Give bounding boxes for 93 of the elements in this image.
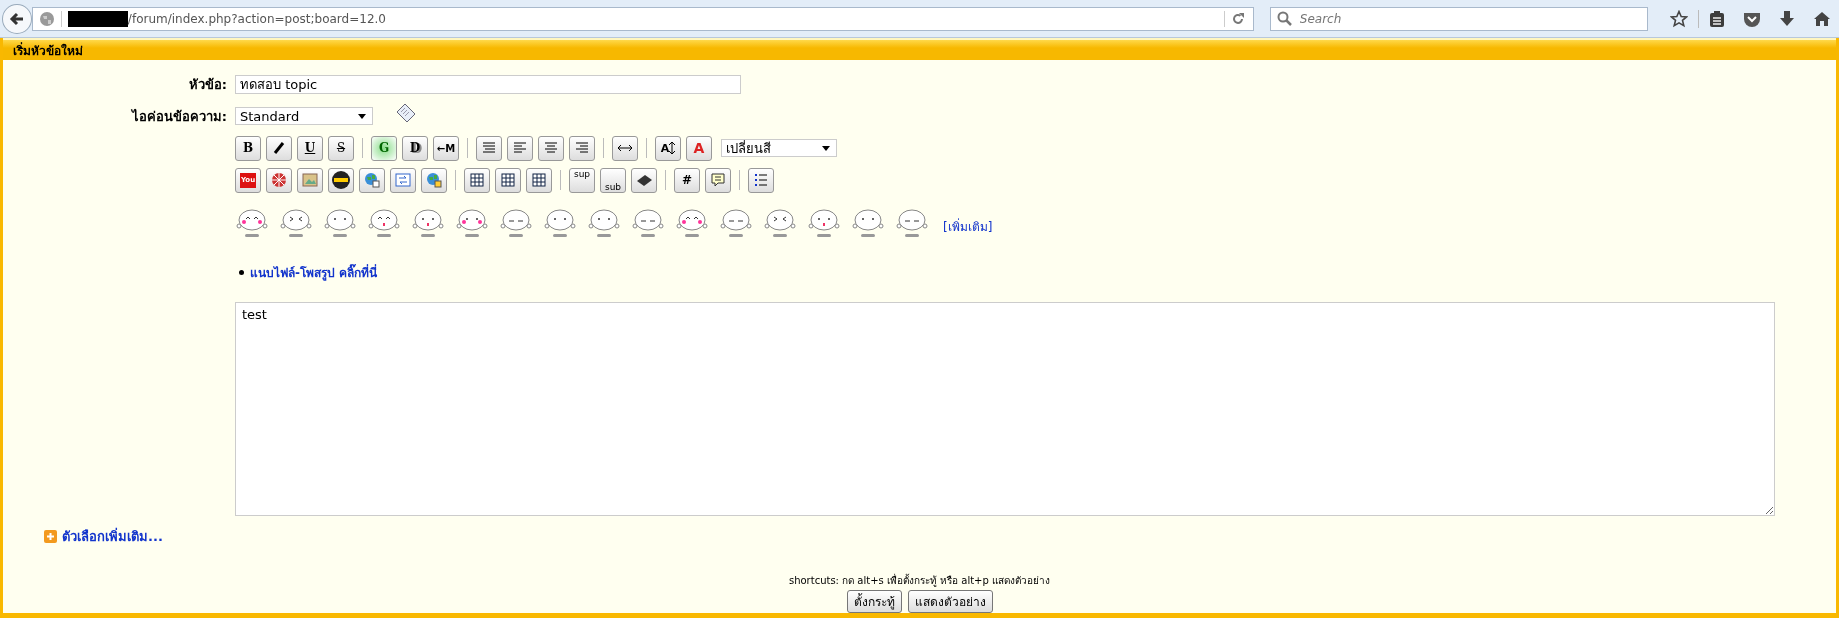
list-icon [754,173,768,187]
code-button[interactable]: # [674,167,700,193]
message-field[interactable]: test [235,302,1775,516]
color-button[interactable]: A [686,135,712,161]
table-button[interactable] [495,167,521,193]
masked-face-icon [331,170,351,190]
expand-icon[interactable] [44,530,57,543]
tele-button[interactable] [631,167,657,193]
ftp-button[interactable] [421,167,447,193]
smiley-icon[interactable] [235,208,269,238]
globe-icon [426,172,442,188]
sub-button[interactable]: sub [600,167,626,193]
bold-button[interactable]: B [235,135,261,161]
smiley-icon[interactable] [279,208,313,238]
email-button[interactable] [390,167,416,193]
star-icon[interactable] [1670,9,1688,28]
more-smileys-link[interactable]: [เพิ่มเติม] [943,217,993,236]
shadow-button[interactable]: D [402,135,428,161]
table-icon [470,173,484,187]
align-icon [513,142,527,154]
attach-file-link[interactable]: แนบไฟล์-โพสรูป คลิ๊กที่นี่ [250,262,378,282]
ninja-button[interactable] [328,167,354,193]
smiley-icon[interactable] [631,208,665,238]
post-button[interactable]: ตั้งกระทู้ [846,590,902,613]
image-button[interactable] [297,167,323,193]
align-icon [575,142,589,154]
back-button[interactable] [2,3,32,34]
image-icon [302,173,318,187]
header-title: เริ่มหัวข้อใหม่ [13,41,83,60]
download-icon[interactable] [1779,9,1795,28]
smiley-icon[interactable] [367,208,401,238]
home-icon[interactable] [1813,10,1831,27]
updown-arrow-icon [669,141,676,155]
smiley-icon[interactable] [323,208,357,238]
glow-button[interactable]: G [371,135,397,161]
field-label: ไอค่อนข้อความ: [130,107,227,126]
smiley-icon[interactable] [455,208,489,238]
list-button[interactable] [748,167,774,193]
smiley-icon[interactable] [851,208,885,238]
bullet-icon [239,269,244,275]
typewriter-icon [635,173,653,187]
swap-icon [395,172,411,188]
address-bar[interactable]: /forum/index.php?action=post;board=12.0 [31,6,1254,31]
smiley-icon[interactable] [411,208,445,238]
flash-button[interactable] [266,167,292,193]
smiley-icon[interactable] [543,208,577,238]
url-text: /forum/index.php?action=post;board=12.0 [127,11,386,26]
table-icon [532,173,546,187]
smiley-icon[interactable] [807,208,841,238]
right-button[interactable] [569,135,595,161]
globe-button[interactable] [359,167,385,193]
rule-button[interactable] [612,135,638,161]
subject-field[interactable]: ทดสอบ topic [235,74,741,94]
search-icon [1276,11,1292,26]
move-button[interactable]: ←M [433,135,459,161]
pre-button[interactable] [476,135,502,161]
quote-button[interactable] [705,167,731,193]
table-button[interactable] [464,167,490,193]
table-icon [501,173,515,187]
wheel-icon [271,172,287,188]
globe-icon [364,172,380,188]
color-dropdown[interactable]: เปลี่ยนสี [721,139,837,157]
preview-button[interactable]: แสดงตัวอย่าง [907,590,993,613]
smiley-icon[interactable] [499,208,533,238]
double-arrow-icon [617,144,633,152]
reload-icon[interactable] [1230,11,1245,26]
smiley-icon[interactable] [763,208,797,238]
note-icon [395,103,417,123]
shortcuts-hint: shortcuts: กด alt+s เพื่อตั้งกระทู้ หรือ alt+p แสดงตัวอย่าง [788,573,1051,588]
speech-bubble-icon [710,172,726,188]
left-button[interactable] [507,135,533,161]
globe-icon [38,10,55,27]
smiley-icon[interactable] [675,208,709,238]
redaction-bar [67,10,128,27]
pocket-icon[interactable] [1743,10,1761,27]
icon-dropdown[interactable]: Standard [235,107,373,125]
underline-button[interactable]: U [297,135,323,161]
table-button[interactable] [526,167,552,193]
italic-button[interactable] [266,135,292,161]
smiley-icon[interactable] [895,208,929,238]
align-icon [482,142,496,154]
search-field[interactable]: Search [1269,6,1648,31]
size-button[interactable]: A [655,135,681,161]
clipboard-icon[interactable] [1709,9,1725,28]
sup-button[interactable]: sup [569,167,595,193]
smiley-icon[interactable] [587,208,621,238]
field-label: หัวข้อ: [187,75,227,94]
smiley-icon[interactable] [719,208,753,238]
align-icon [544,142,558,154]
strike-button[interactable]: S [328,135,354,161]
more-options-link[interactable]: ตัวเลือกเพิ่มเติม... [62,526,163,547]
slash-icon [272,141,286,155]
center-button[interactable] [538,135,564,161]
